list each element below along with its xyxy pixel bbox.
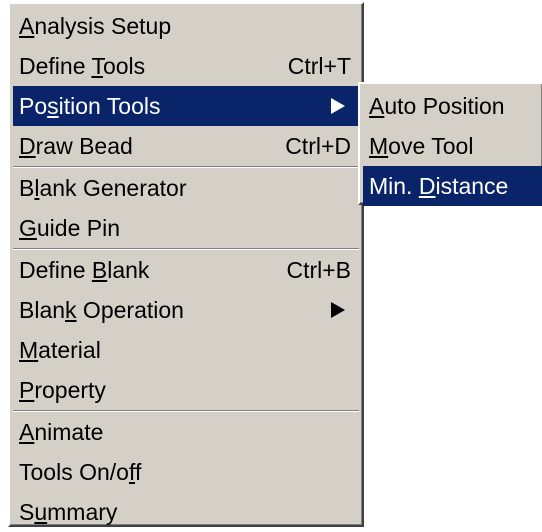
menu-item-blank-generator[interactable]: Blank Generator <box>13 168 359 208</box>
shortcut-label: Ctrl+T <box>287 53 351 79</box>
menu-item-label: Position Tools <box>19 93 161 119</box>
menu-item-property[interactable]: Property <box>13 370 359 410</box>
menu-item-define-tools[interactable]: Define Tools Ctrl+T <box>13 46 359 86</box>
menu-item-label: Animate <box>19 419 104 445</box>
shortcut-label: Ctrl+B <box>286 257 351 283</box>
submenu-arrow-icon <box>331 98 345 114</box>
menu-item-label: Guide Pin <box>19 215 121 241</box>
submenu-item-min-distance[interactable]: Min. Distance <box>363 166 542 206</box>
submenu-arrow-icon <box>331 302 345 318</box>
menu-item-tools-on-off[interactable]: Tools On/off <box>13 452 359 492</box>
menu-item-label: Draw Bead <box>19 133 133 159</box>
menu-item-blank-operation[interactable]: Blank Operation <box>13 290 359 330</box>
menu-item-analysis-setup[interactable]: Analysis Setup <box>13 6 359 46</box>
menu-item-summary[interactable]: Summary <box>13 492 359 532</box>
shortcut-label: Ctrl+D <box>285 133 351 159</box>
menu-item-label: Move Tool <box>369 133 474 159</box>
menu-item-label: Blank Operation <box>19 297 184 323</box>
menu-item-label: Property <box>19 377 106 403</box>
menu-item-material[interactable]: Material <box>13 330 359 370</box>
context-menu: Analysis Setup Define Tools Ctrl+T Posit… <box>8 2 364 527</box>
menu-item-label: Min. Distance <box>369 173 509 199</box>
menu-item-position-tools[interactable]: Position Tools <box>13 86 359 126</box>
menu-item-label: Auto Position <box>369 93 505 119</box>
menu-item-define-blank[interactable]: Define Blank Ctrl+B <box>13 250 359 290</box>
menu-item-guide-pin[interactable]: Guide Pin <box>13 208 359 248</box>
submenu-item-move-tool[interactable]: Move Tool <box>363 126 542 166</box>
menu-item-draw-bead[interactable]: Draw Bead Ctrl+D <box>13 126 359 166</box>
submenu-item-auto-position[interactable]: Auto Position <box>363 86 542 126</box>
menu-item-label: Define Blank <box>19 257 150 283</box>
menu-item-label: Tools On/off <box>19 459 142 485</box>
menu-item-label: Material <box>19 337 101 363</box>
menu-item-label: Blank Generator <box>19 175 187 201</box>
position-tools-submenu: Auto Position Move Tool Min. Distance <box>358 82 542 206</box>
menu-item-animate[interactable]: Animate <box>13 412 359 452</box>
menu-item-label: Analysis Setup <box>19 13 172 39</box>
menu-item-label: Summary <box>19 499 118 525</box>
menu-item-label: Define Tools <box>19 53 146 79</box>
